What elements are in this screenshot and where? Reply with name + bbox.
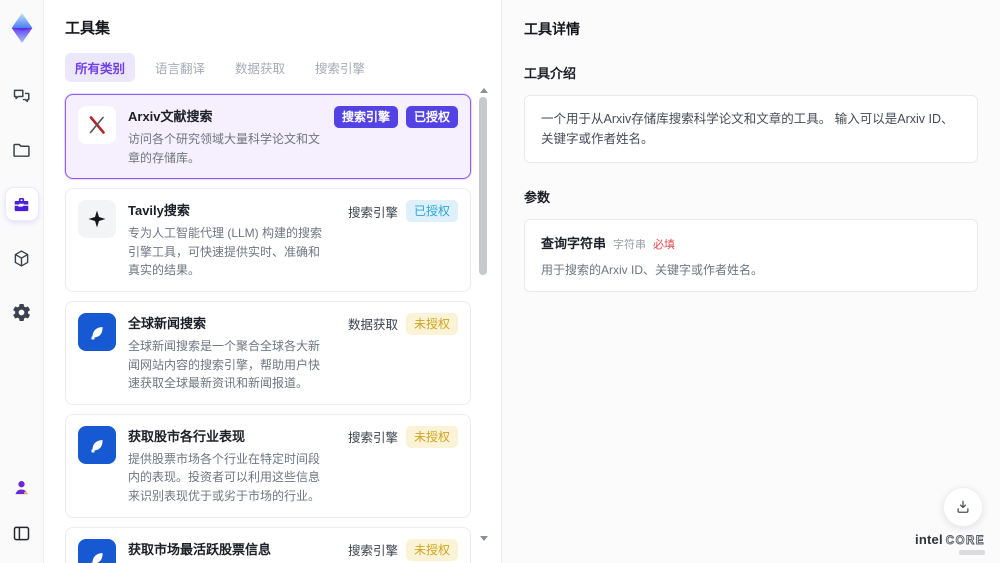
user-icon <box>15 480 28 494</box>
intel-wordmark: intel <box>915 531 943 547</box>
cube-icon <box>14 249 29 267</box>
core-subtext-bar <box>959 550 985 555</box>
tool-card-tavily[interactable]: Tavily搜索 专为人工智能代理 (LLM) 构建的搜索引擎工具，可快速提供实… <box>65 188 471 292</box>
scroll-down-icon[interactable] <box>480 536 488 541</box>
sidebar-item-chat[interactable] <box>6 80 38 112</box>
collapse-sidebar-button[interactable] <box>6 517 38 549</box>
tool-description: 访问各个研究领域大量科学论文和文章的存储库。 <box>128 132 321 165</box>
param-required-badge: 必填 <box>653 239 676 251</box>
user-avatar[interactable] <box>6 471 38 503</box>
globe-news-icon <box>78 312 116 351</box>
scrollbar-thumb[interactable] <box>479 97 487 275</box>
tool-intro-box: 一个用于从Arxiv存储库搜索科学论文和文章的工具。 输入可以是Arxiv ID… <box>524 95 978 163</box>
download-button[interactable] <box>943 487 983 527</box>
category-label: 搜索引擎 <box>347 205 398 220</box>
status-badge: 已授权 <box>405 200 458 223</box>
intro-section-title: 工具介绍 <box>524 66 577 81</box>
sidebar-item-files[interactable] <box>6 134 38 166</box>
page-title: 工具集 <box>65 20 111 37</box>
gear-icon <box>13 303 30 321</box>
status-badge: 已授权 <box>405 106 458 128</box>
core-wordmark: CORE <box>945 534 985 547</box>
tool-name: 获取股市各行业表现 <box>128 428 246 444</box>
arxiv-icon <box>78 106 116 144</box>
param-name: 查询字符串 <box>541 236 607 251</box>
tool-name: 全球新闻搜索 <box>128 315 207 331</box>
scroll-up-icon[interactable] <box>480 88 488 93</box>
folder-icon <box>13 143 30 157</box>
tool-name: 获取市场最活跃股票信息 <box>128 541 272 557</box>
params-section-title: 参数 <box>524 190 551 205</box>
tool-name: Arxiv文献搜索 <box>128 109 213 124</box>
tool-card-sector-performance[interactable]: 获取股市各行业表现 提供股票市场各个行业在特定时间段内的表现。投资者可以利用这些… <box>65 413 471 518</box>
parameter-box: 查询字符串 字符串 必填 用于搜索的Arxiv ID、关键字或作者姓名。 <box>524 219 978 292</box>
category-tabs: 所有类别 语言翻译 数据获取 搜索引擎 <box>65 53 471 82</box>
sidebar-nav <box>5 80 38 328</box>
param-description: 用于搜索的Arxiv ID、关键字或作者姓名。 <box>541 263 764 277</box>
tool-name: Tavily搜索 <box>128 203 190 219</box>
tab-translation[interactable]: 语言翻译 <box>145 53 215 82</box>
tab-search-engine[interactable]: 搜索引擎 <box>305 53 375 82</box>
tool-card-global-news[interactable]: 全球新闻搜索 全球新闻搜索是一个聚合全球各大新闻网站内容的搜索引擎，帮助用户快速… <box>65 300 471 405</box>
sidebar-bottom <box>6 471 38 549</box>
tool-list-panel: 工具集 所有类别 语言翻译 数据获取 搜索引擎 Arxiv文献搜索 访问各个研究… <box>44 0 501 563</box>
toolbox-icon <box>14 197 29 211</box>
category-badge: 搜索引擎 <box>333 106 398 128</box>
sidebar-item-models[interactable] <box>6 242 38 274</box>
chat-icon <box>13 89 30 102</box>
tool-detail-panel: 工具详情 工具介绍 一个用于从Arxiv存储库搜索科学论文和文章的工具。 输入可… <box>501 0 1000 563</box>
left-sidebar <box>0 0 44 563</box>
app-window: 工具集 所有类别 语言翻译 数据获取 搜索引擎 Arxiv文献搜索 访问各个研究… <box>0 0 1000 563</box>
tool-card-arxiv[interactable]: Arxiv文献搜索 访问各个研究领域大量科学论文和文章的存储库。 搜索引擎 已授… <box>65 94 471 180</box>
param-type: 字符串 <box>613 239 647 251</box>
tool-card-active-stocks[interactable]: 获取市场最活跃股票信息 提供当天交易量最高的股票列表。投资者可以利用这些信息来识… <box>65 526 471 563</box>
tool-description: 专为人工智能代理 (LLM) 构建的搜索引擎工具，可快速提供实时、准确和真实的结… <box>128 226 323 278</box>
status-badge: 未授权 <box>405 312 458 335</box>
sidebar-item-tools[interactable] <box>5 188 38 220</box>
active-stock-icon <box>78 538 116 563</box>
intel-core-logo: intel CORE <box>915 531 985 555</box>
app-logo-icon <box>11 13 32 43</box>
download-icon <box>957 500 969 513</box>
panel-layout-icon <box>13 526 30 540</box>
category-label: 搜索引擎 <box>347 544 398 559</box>
category-label: 数据获取 <box>347 318 398 333</box>
status-badge: 未授权 <box>405 538 458 561</box>
status-badge: 未授权 <box>405 425 458 448</box>
tool-description: 提供股票市场各个行业在特定时间段内的表现。投资者可以利用这些信息来识别表现优于或… <box>128 451 321 503</box>
sparkle-icon <box>78 200 116 239</box>
list-scrollbar[interactable] <box>479 88 488 541</box>
sidebar-item-settings[interactable] <box>6 296 38 328</box>
category-label: 搜索引擎 <box>347 431 398 446</box>
tab-data-fetch[interactable]: 数据获取 <box>225 53 295 82</box>
tab-all-categories[interactable]: 所有类别 <box>65 53 136 82</box>
tool-card-list: Arxiv文献搜索 访问各个研究领域大量科学论文和文章的存储库。 搜索引擎 已授… <box>65 94 471 563</box>
tool-description: 全球新闻搜索是一个聚合全球各大新闻网站内容的搜索引擎，帮助用户快速获取全球最新资… <box>128 338 321 391</box>
detail-title: 工具详情 <box>524 21 580 37</box>
stock-sector-icon <box>78 425 116 464</box>
